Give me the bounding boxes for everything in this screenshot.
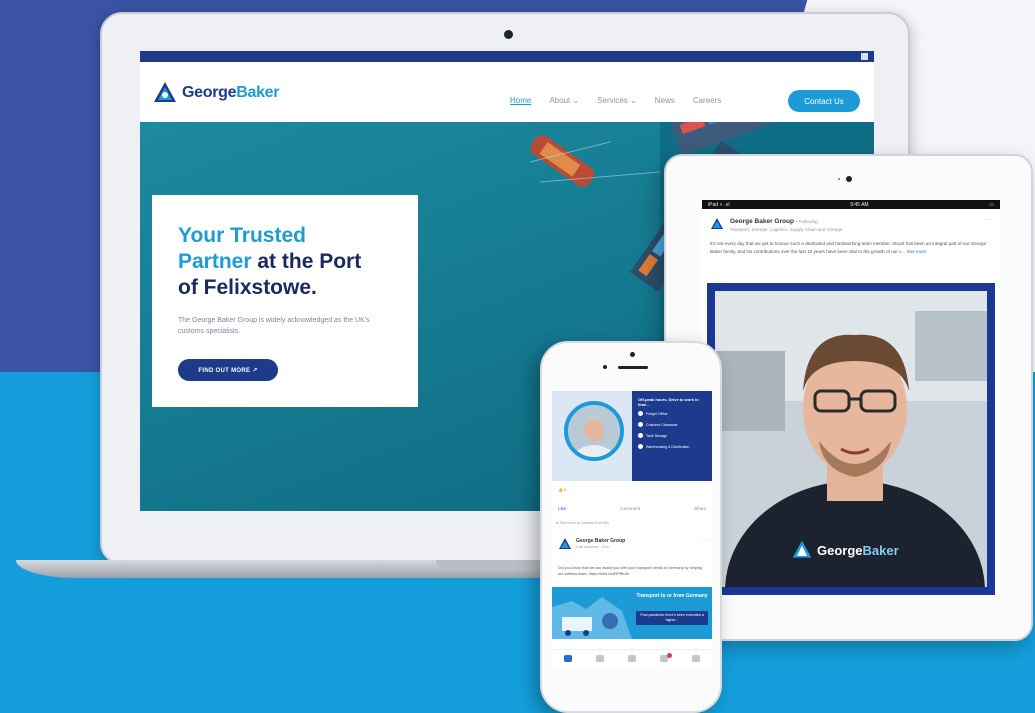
banner-list-label: Freight Office xyxy=(646,411,668,416)
nav-services[interactable]: Services ⌄ xyxy=(597,96,637,105)
nav-careers[interactable]: Careers xyxy=(693,96,721,105)
post-body-text: It's not every day that we get to honour… xyxy=(710,241,987,254)
image-subtext: Post-pandemic there's been extended a hi… xyxy=(636,611,708,625)
second-post-image[interactable]: Transport to or from Germany Post-pandem… xyxy=(552,587,712,639)
find-out-more-button[interactable]: FIND OUT MORE ↗ xyxy=(178,359,278,381)
home-icon[interactable] xyxy=(564,655,572,662)
banner-list-label: Tank Storage xyxy=(646,433,668,438)
see-more-link[interactable]: See more xyxy=(907,249,927,254)
phone-speaker xyxy=(618,366,648,369)
reaction-count[interactable]: 👍 5 xyxy=(558,487,566,492)
shirt-logo-secondary: Baker xyxy=(862,542,899,558)
notification-badge xyxy=(667,653,672,658)
bottom-tab-bar xyxy=(552,649,712,667)
menu-icon[interactable] xyxy=(861,53,868,60)
banner-list-item: Warehousing & Distribution xyxy=(638,444,710,449)
nav-about[interactable]: About ⌄ xyxy=(549,96,579,105)
banner-portrait xyxy=(564,401,624,461)
phone-screen: Off-peak hours. Drive to work in time...… xyxy=(552,391,712,667)
post-time: 22m xyxy=(601,545,609,549)
followers-count: 4.6K followers xyxy=(576,545,599,549)
post-body: It's not every day that we get to honour… xyxy=(702,237,1000,277)
shirt-logo-mark-icon xyxy=(792,540,812,558)
like-button[interactable]: Like xyxy=(558,506,566,511)
tablet-status-bar: iPad ⚡ .ııl 9:45 AM ▭ xyxy=(702,200,1000,209)
site-logo[interactable]: GeorgeBaker xyxy=(152,80,280,106)
company-avatar-icon[interactable] xyxy=(558,537,572,551)
second-post-author[interactable]: George Baker Group xyxy=(576,538,625,544)
nav-news[interactable]: News xyxy=(655,96,675,105)
banner-heading: Off-peak hours. Drive to work in time... xyxy=(638,397,699,407)
banner-portrait-illustration xyxy=(568,405,620,457)
site-nav: Home About ⌄ Services ⌄ News Careers xyxy=(510,96,721,105)
comment-prompt[interactable]: ● See more to comment on this xyxy=(556,521,708,525)
tablet-camera-icon xyxy=(846,176,852,182)
logo-text: GeorgeBaker xyxy=(182,84,280,102)
post-author[interactable]: George Baker Group • Following xyxy=(730,218,818,225)
company-avatar-icon[interactable] xyxy=(710,217,724,231)
post-author-meta: • Following xyxy=(795,219,818,224)
second-post-meta: 4.6K followers · 22m xyxy=(576,545,609,549)
more-options-icon[interactable]: ··· xyxy=(986,217,992,223)
banner-list-item: Freight Office xyxy=(638,411,710,416)
post-header: George Baker Group • Following Transport… xyxy=(702,209,1000,237)
nav-home[interactable]: Home xyxy=(510,96,531,105)
second-post-header: George Baker Group 4.6K followers · 22m … xyxy=(558,537,708,559)
post-photo[interactable]: George Baker xyxy=(707,283,995,595)
post-icon[interactable] xyxy=(628,655,636,662)
jobs-icon[interactable] xyxy=(692,655,700,662)
site-header: GeorgeBaker Home About ⌄ Services ⌄ News… xyxy=(140,62,874,122)
hero-description: The George Baker Group is widely acknowl… xyxy=(178,317,370,335)
banner-list-item: Customs Clearance xyxy=(638,422,710,427)
contact-us-button[interactable]: Contact Us xyxy=(788,90,860,112)
bullet-icon xyxy=(638,422,643,427)
logo-secondary: Baker xyxy=(236,84,280,101)
post-author-name: George Baker Group xyxy=(730,218,794,225)
shirt-logo-primary: George xyxy=(817,542,863,558)
bullet-icon xyxy=(638,444,643,449)
hero-title: Your Trusted Partner at the Port of Feli… xyxy=(178,223,392,301)
post-actions: Like Comment Share xyxy=(552,501,712,515)
more-options-icon[interactable]: ··· xyxy=(703,537,708,543)
site-top-bar xyxy=(140,51,874,62)
second-post-body: Did you know that we can assist you with… xyxy=(558,566,702,576)
tablet-screen: iPad ⚡ .ııl 9:45 AM ▭ George Baker Group… xyxy=(702,200,1000,598)
laptop-camera-icon xyxy=(504,30,513,39)
image-headline: Transport to or from Germany xyxy=(636,593,708,599)
banner-list-item: Tank Storage xyxy=(638,433,710,438)
shirt-logo: George Baker xyxy=(791,539,899,561)
tablet-sensor-icon xyxy=(838,178,840,180)
status-time: 9:45 AM xyxy=(850,201,869,208)
phone-sensor-icon xyxy=(603,365,607,369)
status-carrier: iPad ⚡ .ııl xyxy=(708,201,730,208)
phone-mockup: Off-peak hours. Drive to work in time...… xyxy=(540,341,722,713)
post-author-subtitle: Transport, Storage, Logistics, Supply Ch… xyxy=(730,227,843,232)
hero-title-line3: of Felixstowe. xyxy=(178,276,317,299)
battery-icon: ▭ xyxy=(989,201,994,208)
hero-title-line2: at the Port xyxy=(251,250,362,273)
banner-list-label: Customs Clearance xyxy=(646,422,678,427)
comment-button[interactable]: Comment xyxy=(620,506,640,511)
logo-primary: George xyxy=(182,84,237,101)
network-icon[interactable] xyxy=(596,655,604,662)
post-banner-image[interactable]: Off-peak hours. Drive to work in time...… xyxy=(552,391,712,481)
bullet-icon xyxy=(638,411,643,416)
bullet-icon xyxy=(638,433,643,438)
logo-mark-icon xyxy=(154,82,176,102)
phone-camera-icon xyxy=(630,352,635,357)
hero-card: Your Trusted Partner at the Port of Feli… xyxy=(152,195,418,407)
banner-list-label: Warehousing & Distribution xyxy=(646,444,690,449)
share-button[interactable]: Share xyxy=(694,506,706,511)
hero-title-highlight: Partner xyxy=(178,250,252,273)
portrait-image: George Baker xyxy=(715,291,987,587)
hero-title-line1: Your Trusted xyxy=(178,224,306,247)
banner-service-list: Off-peak hours. Drive to work in time...… xyxy=(638,397,710,455)
